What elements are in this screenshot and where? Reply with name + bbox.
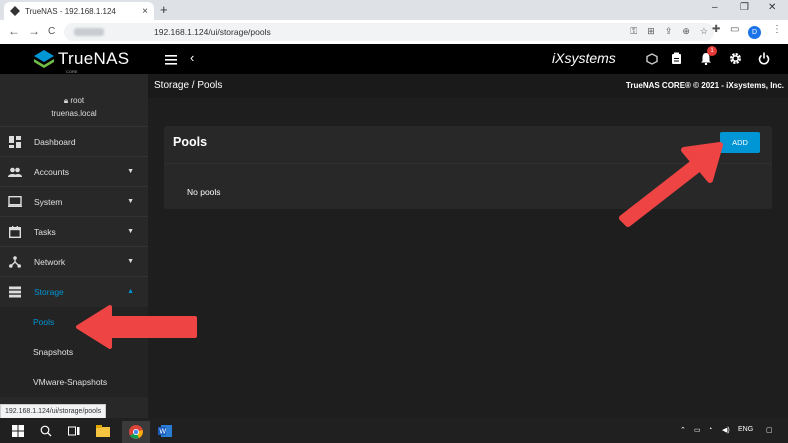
word-icon[interactable]: W (158, 424, 172, 442)
arrow-to-add-button (619, 142, 723, 227)
wifi-tray-icon[interactable]: ◔ (708, 426, 712, 433)
task-view-icon[interactable] (68, 424, 80, 442)
annotation-arrows (76, 142, 723, 349)
language-indicator[interactable]: ENG (738, 426, 753, 433)
windows-start-icon[interactable] (12, 424, 24, 442)
network-tray-icon[interactable]: ▭ (694, 426, 701, 434)
arrow-to-pools-item (76, 305, 197, 349)
notifications-icon[interactable]: ▢ (766, 426, 773, 434)
windows-taskbar: W ⌃ ▭ ◔ ◀) ENG ▢ (0, 418, 788, 443)
file-explorer-icon[interactable] (96, 424, 110, 442)
volume-tray-icon[interactable]: ◀) (722, 426, 730, 434)
svg-text:W: W (159, 428, 166, 436)
tray-chevron-icon[interactable]: ⌃ (680, 426, 686, 434)
chrome-icon[interactable] (122, 421, 150, 443)
search-icon[interactable] (40, 424, 52, 442)
